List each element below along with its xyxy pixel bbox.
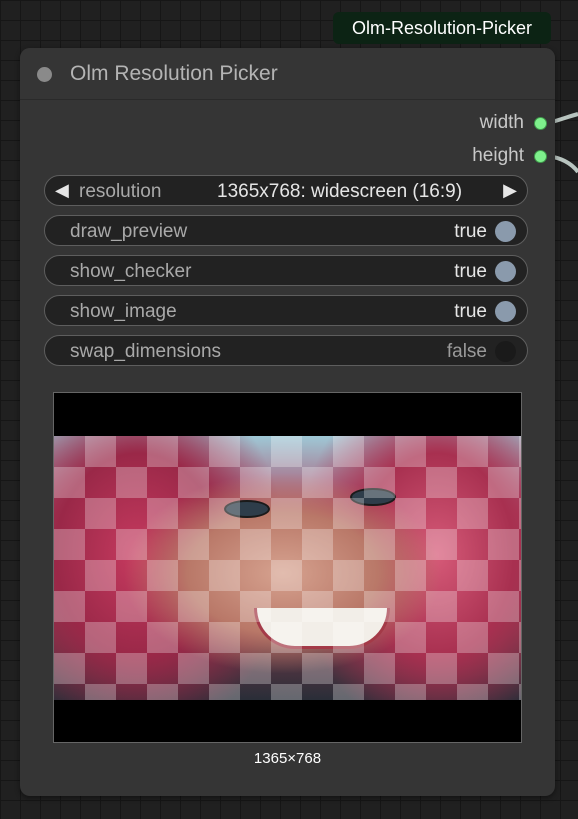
checker-overlay [54,436,521,700]
toggle-value: true [454,261,487,282]
toggle-value: false [446,341,487,362]
output-width[interactable]: width [480,112,547,134]
toggle-draw-preview[interactable]: draw_preview true [44,215,528,246]
toggle-label: draw_preview [70,221,188,242]
prev-arrow-icon[interactable]: ◀ [55,180,69,201]
toggle-label: show_image [70,301,177,322]
toggle-value: true [454,221,487,242]
toggle-knob-icon[interactable] [495,221,516,242]
preview-image [54,436,521,700]
toggle-show-checker[interactable]: show_checker true [44,255,528,286]
toggle-label: show_checker [70,261,192,282]
collapse-dot-icon[interactable] [37,67,52,82]
preview-caption: 1365×768 [253,750,322,767]
resolution-preview [53,392,522,743]
resolution-label: resolution [79,181,162,202]
resolution-combo[interactable]: ◀ resolution 1365x768: widescreen (16:9)… [44,175,528,206]
output-width-label: width [479,112,524,133]
toggle-knob-icon[interactable] [495,301,516,322]
resolution-picker-node[interactable]: Olm Resolution Picker width height ◀ res… [20,48,555,796]
next-arrow-icon[interactable]: ▶ [503,180,517,201]
output-port-width[interactable] [534,116,547,130]
node-header[interactable]: Olm Resolution Picker [20,48,555,100]
node-type-badge: Olm-Resolution-Picker [333,12,551,44]
output-height[interactable]: height [472,145,547,167]
toggle-knob-icon[interactable] [495,261,516,282]
toggle-value: true [454,301,487,322]
resolution-value: 1365x768: widescreen (16:9) [217,181,463,202]
output-height-label: height [472,145,524,166]
output-port-height[interactable] [534,149,547,163]
toggle-show-image[interactable]: show_image true [44,295,528,326]
toggle-label: swap_dimensions [70,341,222,362]
toggle-knob-icon[interactable] [495,341,516,362]
node-title: Olm Resolution Picker [70,62,278,85]
toggle-swap-dimensions[interactable]: swap_dimensions false [44,335,528,366]
